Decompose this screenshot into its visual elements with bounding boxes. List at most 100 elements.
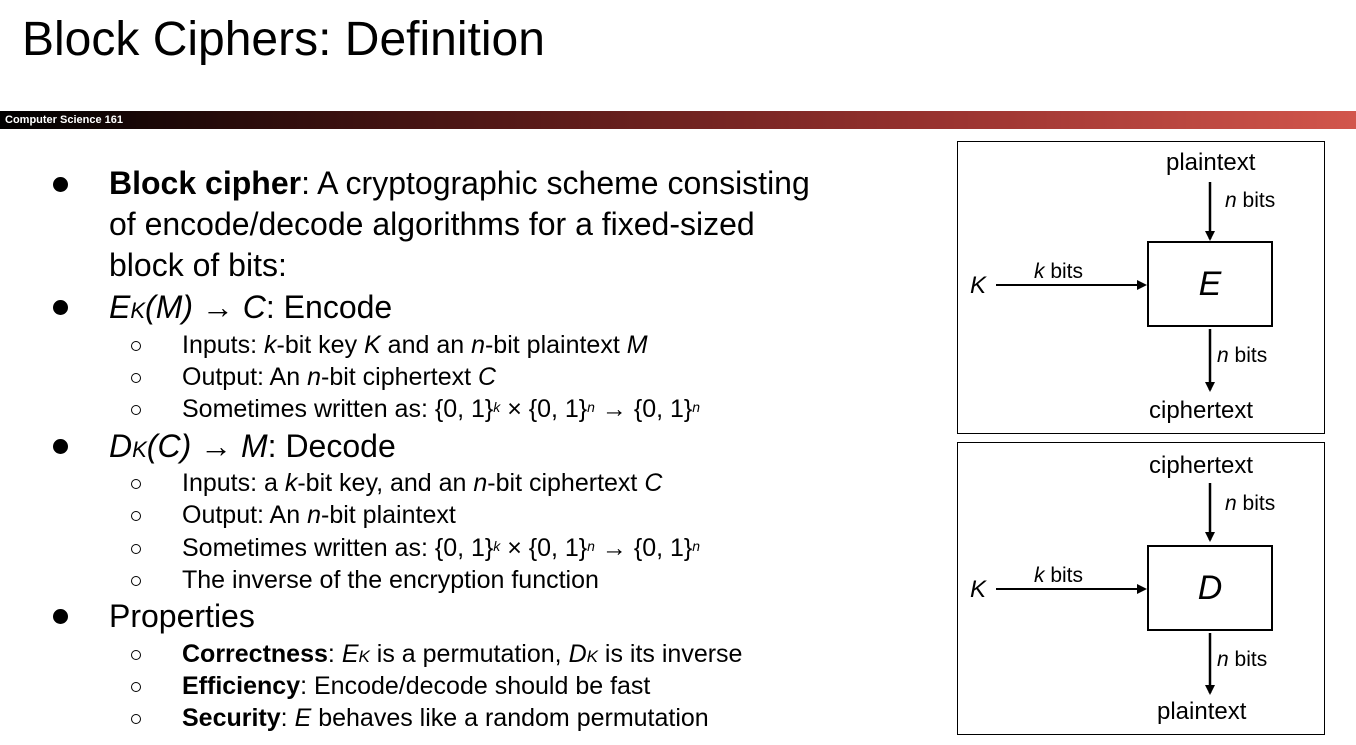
text: Inputs: a bbox=[182, 469, 285, 497]
decode-signature: Sometimes written as: {0, 1}k × {0, 1}n … bbox=[182, 532, 700, 564]
output-bits-label: n bits bbox=[1217, 344, 1267, 368]
var-n: n bbox=[1225, 492, 1237, 515]
decryption-diagram: ciphertext n bits K k bits D n bits plai… bbox=[957, 442, 1325, 735]
encode-signature: Sometimes written as: {0, 1}k × {0, 1}n … bbox=[182, 393, 700, 425]
text: is a permutation, bbox=[369, 640, 569, 668]
text: and an bbox=[380, 331, 472, 359]
text: Output: An bbox=[182, 363, 308, 391]
sub-bullet-ring bbox=[131, 405, 141, 415]
security-term: Security bbox=[182, 704, 281, 732]
block-cipher-term: Block cipher bbox=[109, 165, 302, 201]
block-cipher-line-3: block of bits: bbox=[109, 247, 287, 283]
var-k: k bbox=[1034, 260, 1045, 283]
efficiency-term: Efficiency bbox=[182, 672, 301, 700]
text: Output: An bbox=[182, 501, 308, 529]
block-cipher-line-2: of encode/decode algorithms for a fixed-… bbox=[109, 206, 755, 242]
var-k: k bbox=[1034, 564, 1045, 587]
sup-n: n bbox=[692, 538, 701, 554]
text: × {0, 1} bbox=[500, 534, 588, 562]
text: -bit plaintext bbox=[321, 501, 456, 529]
encrypt-box: E bbox=[1147, 241, 1273, 327]
decode-fn-subscript: K bbox=[132, 437, 147, 462]
sub-bullet-ring bbox=[131, 576, 141, 586]
encrypt-box-label: E bbox=[1198, 264, 1222, 303]
property-efficiency: Efficiency: Encode/decode should be fast bbox=[182, 670, 650, 702]
property-correctness: Correctness: EK is a permutation, DK is … bbox=[182, 638, 742, 673]
text: -bit ciphertext bbox=[487, 469, 645, 497]
sub-bullet-ring bbox=[131, 341, 141, 351]
var-E: E bbox=[341, 640, 359, 668]
encode-inputs: Inputs: k-bit key K and an n-bit plainte… bbox=[182, 329, 648, 361]
decode-heading: DK(C) → M: Decode bbox=[109, 426, 396, 470]
decode-fn-signature: (C) → M bbox=[146, 428, 268, 464]
sub-bullet-ring bbox=[131, 714, 141, 724]
decode-fn-symbol: D bbox=[109, 428, 133, 464]
bits-unit: bits bbox=[1236, 189, 1276, 212]
text: → {0, 1} bbox=[594, 534, 693, 562]
decode-inputs: Inputs: a k-bit key, and an n-bit cipher… bbox=[182, 467, 662, 499]
properties-heading: Properties bbox=[109, 598, 255, 634]
bullet-dot bbox=[53, 177, 68, 192]
sup-n: n bbox=[587, 538, 595, 554]
text: is its inverse bbox=[597, 640, 743, 668]
text: -bit key bbox=[276, 331, 365, 359]
var-E: E bbox=[294, 704, 312, 732]
var-D: D bbox=[568, 640, 587, 668]
var-C: C bbox=[644, 469, 663, 497]
sub-bullet-ring bbox=[131, 650, 141, 660]
sub-bullet-ring bbox=[131, 373, 141, 383]
encode-output: Output: An n-bit ciphertext C bbox=[182, 361, 496, 393]
key-label: K bbox=[970, 272, 987, 299]
sub-bullet-ring bbox=[131, 682, 141, 692]
encode-label: : Encode bbox=[265, 289, 393, 325]
diagram-bottom-label: plaintext bbox=[1157, 698, 1247, 725]
sup-n: n bbox=[692, 399, 701, 415]
encode-heading: EK(M) → C: Encode bbox=[109, 287, 392, 331]
key-label: K bbox=[970, 576, 987, 603]
sub-bullet-ring bbox=[131, 479, 141, 489]
var-M: M bbox=[626, 331, 648, 359]
sub-bullet-ring bbox=[131, 511, 141, 521]
sup-k: k bbox=[493, 538, 501, 554]
block-cipher-def: : A cryptographic scheme consisting bbox=[301, 165, 810, 201]
diagram-top-label: plaintext bbox=[1166, 149, 1256, 176]
var-n: n bbox=[1225, 189, 1237, 212]
var-K: K bbox=[364, 331, 381, 359]
correctness-term: Correctness bbox=[182, 640, 328, 668]
text: : bbox=[280, 704, 295, 732]
var-k: k bbox=[284, 469, 298, 497]
decode-output: Output: An n-bit plaintext bbox=[182, 499, 456, 531]
key-bits-label: k bits bbox=[1034, 260, 1083, 284]
var-n: n bbox=[307, 363, 321, 391]
encryption-diagram: plaintext n bits K k bits E n bits ciphe… bbox=[957, 141, 1325, 434]
text: : Encode/decode should be fast bbox=[300, 672, 651, 700]
bits-unit: bits bbox=[1236, 492, 1276, 515]
block-cipher-line-1: Block cipher: A cryptographic scheme con… bbox=[109, 163, 810, 204]
sup-k: k bbox=[493, 399, 501, 415]
text: -bit key, and an bbox=[297, 469, 474, 497]
bullet-dot bbox=[53, 609, 68, 624]
decrypt-box: D bbox=[1147, 545, 1273, 631]
course-label: Computer Science 161 bbox=[5, 114, 123, 126]
encode-fn-symbol: E bbox=[109, 289, 131, 325]
text: : bbox=[327, 640, 342, 668]
var-n: n bbox=[473, 469, 488, 497]
property-security: Security: E behaves like a random permut… bbox=[182, 702, 709, 734]
course-banner: Computer Science 161 bbox=[0, 111, 1356, 129]
text: -bit plaintext bbox=[484, 331, 627, 359]
diagram-bottom-label: ciphertext bbox=[1149, 397, 1254, 424]
text: behaves like a random permutation bbox=[311, 704, 709, 732]
var-k: k bbox=[264, 331, 277, 359]
bits-unit: bits bbox=[1044, 564, 1084, 587]
bits-unit: bits bbox=[1228, 648, 1268, 671]
decode-label: : Decode bbox=[267, 428, 396, 464]
output-bits-label: n bits bbox=[1217, 648, 1267, 672]
input-bits-label: n bits bbox=[1225, 492, 1275, 516]
var-n: n bbox=[1217, 344, 1229, 367]
text: → {0, 1} bbox=[594, 395, 693, 423]
encode-fn-subscript: K bbox=[130, 298, 146, 323]
diagram-top-label: ciphertext bbox=[1149, 452, 1254, 479]
key-bits-label: k bits bbox=[1034, 564, 1083, 588]
text: Sometimes written as: {0, 1} bbox=[182, 534, 494, 562]
bits-unit: bits bbox=[1228, 344, 1268, 367]
